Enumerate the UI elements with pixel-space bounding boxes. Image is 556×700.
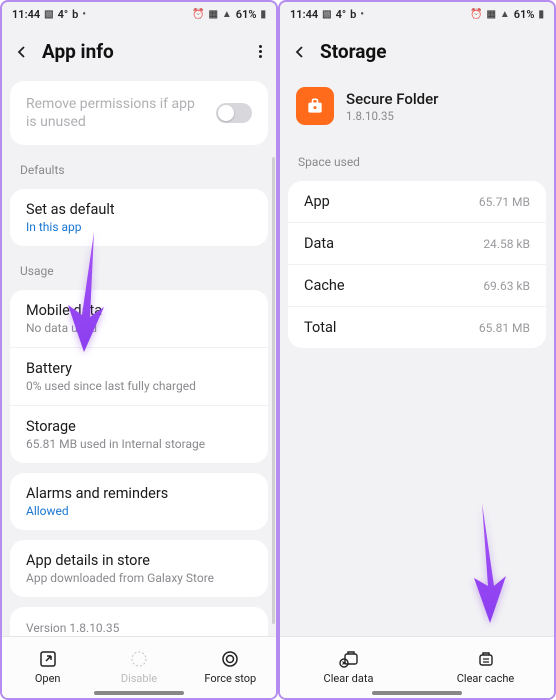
force-stop-button[interactable]: Force stop [185,637,276,698]
back-icon[interactable] [16,46,28,58]
scroll-area: Secure Folder 1.8.10.35 Space used App 6… [280,77,554,636]
battery-sub: 0% used since last fully charged [26,379,252,393]
disable-button[interactable]: Disable [93,637,184,698]
more-icon[interactable] [258,45,262,58]
picture-icon: ▧ [322,9,331,20]
alarms-row[interactable]: Alarms and reminders Allowed [10,473,268,530]
dot-icon: • [360,9,364,20]
space-data-label: Data [304,235,334,252]
statusbar: 11:44 ▧ 4° b • ⏰ ▦ ▲ 61% ▮ [2,2,276,26]
version-row: Version 1.8.10.35 [10,607,268,636]
remove-permissions-row[interactable]: Remove permissions if app is unused [10,81,268,145]
status-brand: b [350,8,356,21]
mobile-data-sub: No data used [26,321,252,335]
set-as-default-sub: In this app [26,220,252,234]
screen-app-info: 11:44 ▧ 4° b • ⏰ ▦ ▲ 61% ▮ App info Remo… [0,0,278,700]
alarms-sub: Allowed [26,504,252,518]
bottom-bar: Clear data Clear cache [280,636,554,698]
disable-icon [130,650,148,668]
battery-title: Battery [26,360,252,377]
status-battery: 61% [236,8,257,21]
space-total-value: 65.81 MB [479,321,530,335]
space-app-label: App [304,193,330,210]
header: App info [2,26,276,77]
scroll-area: Remove permissions if app is unused Defa… [2,77,276,636]
clear-data-label: Clear data [324,672,374,685]
back-icon[interactable] [294,46,306,58]
force-stop-label: Force stop [204,672,256,685]
open-button[interactable]: Open [2,637,93,698]
space-cache-row: Cache 69.63 kB [288,265,546,307]
space-total-label: Total [304,319,336,336]
page-title: App info [42,40,244,63]
storage-row[interactable]: Storage 65.81 MB used in Internal storag… [10,406,268,463]
app-details-sub: App downloaded from Galaxy Store [26,571,252,585]
space-app-value: 65.71 MB [479,195,530,209]
bottom-bar: Open Disable Force stop [2,636,276,698]
scrollbar[interactable] [272,157,275,624]
lte-icon: ▦ [208,9,217,20]
screen-storage: 11:44 ▧ 4° b • ⏰ ▦ ▲ 61% ▮ Storage Secur… [278,0,556,700]
header: Storage [280,26,554,77]
app-details-title: App details in store [26,552,252,569]
clear-cache-icon [477,650,495,668]
space-app-row: App 65.71 MB [288,181,546,223]
open-icon [39,650,57,668]
status-brand: b [72,8,78,21]
signal-icon: ▲ [500,9,510,20]
space-data-value: 24.58 kB [483,237,530,251]
battery-icon: ▮ [538,9,544,20]
app-details-row[interactable]: App details in store App downloaded from… [10,540,268,597]
picture-icon: ▧ [44,9,53,20]
status-temp: 4° [336,8,347,21]
space-data-row: Data 24.58 kB [288,223,546,265]
space-used-label: Space used [280,141,554,177]
signal-icon: ▲ [222,9,232,20]
alarms-title: Alarms and reminders [26,485,252,502]
alarm-icon: ⏰ [192,9,204,20]
clear-cache-label: Clear cache [457,672,515,685]
secure-folder-icon [296,87,334,125]
mobile-data-row[interactable]: Mobile data No data used [10,290,268,348]
app-version: 1.8.10.35 [346,109,438,123]
usage-section-label: Usage [2,250,276,286]
dot-icon: • [82,9,86,20]
battery-row[interactable]: Battery 0% used since last fully charged [10,348,268,406]
app-name: Secure Folder [346,90,438,108]
storage-title: Storage [26,418,252,435]
nav-handle[interactable] [94,691,184,695]
set-as-default-title: Set as default [26,201,252,218]
force-stop-icon [221,650,239,668]
status-time: 11:44 [12,8,40,21]
status-time: 11:44 [290,8,318,21]
space-cache-label: Cache [304,277,345,294]
storage-sub: 65.81 MB used in Internal storage [26,437,252,451]
defaults-section-label: Defaults [2,149,276,185]
alarm-icon: ⏰ [470,9,482,20]
open-label: Open [35,672,61,685]
page-title: Storage [320,40,540,63]
clear-cache-button[interactable]: Clear cache [417,637,554,698]
clear-data-icon [339,650,359,668]
status-temp: 4° [58,8,69,21]
version-text: Version 1.8.10.35 [26,621,252,635]
lte-icon: ▦ [486,9,495,20]
space-total-row: Total 65.81 MB [288,307,546,348]
remove-permissions-toggle[interactable] [216,103,252,123]
disable-label: Disable [121,672,157,685]
set-as-default-row[interactable]: Set as default In this app [10,189,268,246]
mobile-data-title: Mobile data [26,302,252,319]
clear-data-button[interactable]: Clear data [280,637,417,698]
status-battery: 61% [514,8,535,21]
app-header: Secure Folder 1.8.10.35 [280,77,554,141]
nav-handle[interactable] [372,691,462,695]
space-cache-value: 69.63 kB [483,279,530,293]
battery-icon: ▮ [260,9,266,20]
statusbar: 11:44 ▧ 4° b • ⏰ ▦ ▲ 61% ▮ [280,2,554,26]
remove-permissions-label: Remove permissions if app is unused [26,95,206,131]
